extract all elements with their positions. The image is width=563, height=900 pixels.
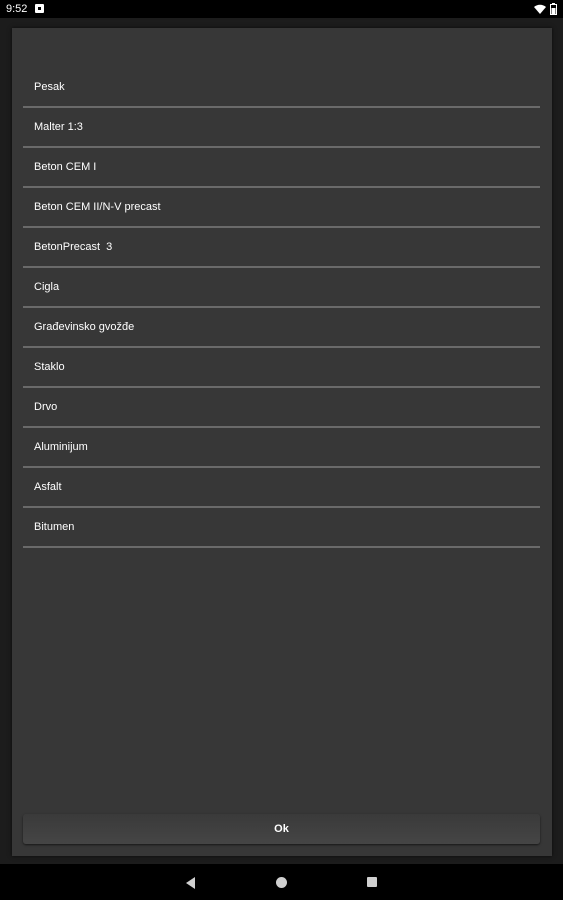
list-item[interactable]: Bitumen [23, 508, 540, 548]
status-bar: 9:52 [0, 0, 563, 18]
home-icon[interactable] [276, 877, 287, 888]
list-item[interactable]: Beton CEM II/N-V precast [23, 188, 540, 228]
status-time: 9:52 [6, 3, 28, 15]
list-item[interactable]: BetonPrecast 3 [23, 228, 540, 268]
battery-icon [550, 3, 557, 15]
status-icons [534, 3, 557, 15]
ok-button[interactable]: Ok [23, 814, 540, 844]
list-item-label: Pesak [34, 81, 65, 93]
back-icon[interactable] [186, 877, 196, 889]
list-item[interactable]: Pesak [23, 68, 540, 108]
list-item-label: Bitumen [34, 521, 75, 533]
list-item-label: Cigla [34, 281, 60, 293]
wifi-icon [534, 4, 546, 14]
list-item[interactable]: Građevinsko gvožđe [23, 308, 540, 348]
list-item[interactable]: Staklo [23, 348, 540, 388]
material-list: Pesak Malter 1:3 Beton CEM I Beton CEM I… [23, 68, 540, 548]
navigation-bar [0, 864, 563, 900]
list-item-label: Drvo [34, 401, 58, 413]
list-item[interactable]: Drvo [23, 388, 540, 428]
list-item-label: Beton CEM I [34, 161, 97, 173]
list-item-label: BetonPrecast 3 [34, 241, 113, 253]
list-item[interactable]: Asfalt [23, 468, 540, 508]
list-item-label: Malter 1:3 [34, 121, 83, 133]
material-list-dialog: Pesak Malter 1:3 Beton CEM I Beton CEM I… [12, 28, 552, 856]
list-item[interactable]: Cigla [23, 268, 540, 308]
list-item-label: Asfalt [34, 481, 62, 493]
recents-icon[interactable] [367, 877, 377, 887]
list-item-label: Aluminijum [34, 441, 88, 453]
notification-icon [35, 4, 44, 13]
list-item[interactable]: Malter 1:3 [23, 108, 540, 148]
list-item[interactable]: Aluminijum [23, 428, 540, 468]
list-item-label: Staklo [34, 361, 65, 373]
list-item-label: Beton CEM II/N-V precast [34, 201, 161, 213]
list-item-label: Građevinsko gvožđe [34, 321, 135, 333]
list-item[interactable]: Beton CEM I [23, 148, 540, 188]
